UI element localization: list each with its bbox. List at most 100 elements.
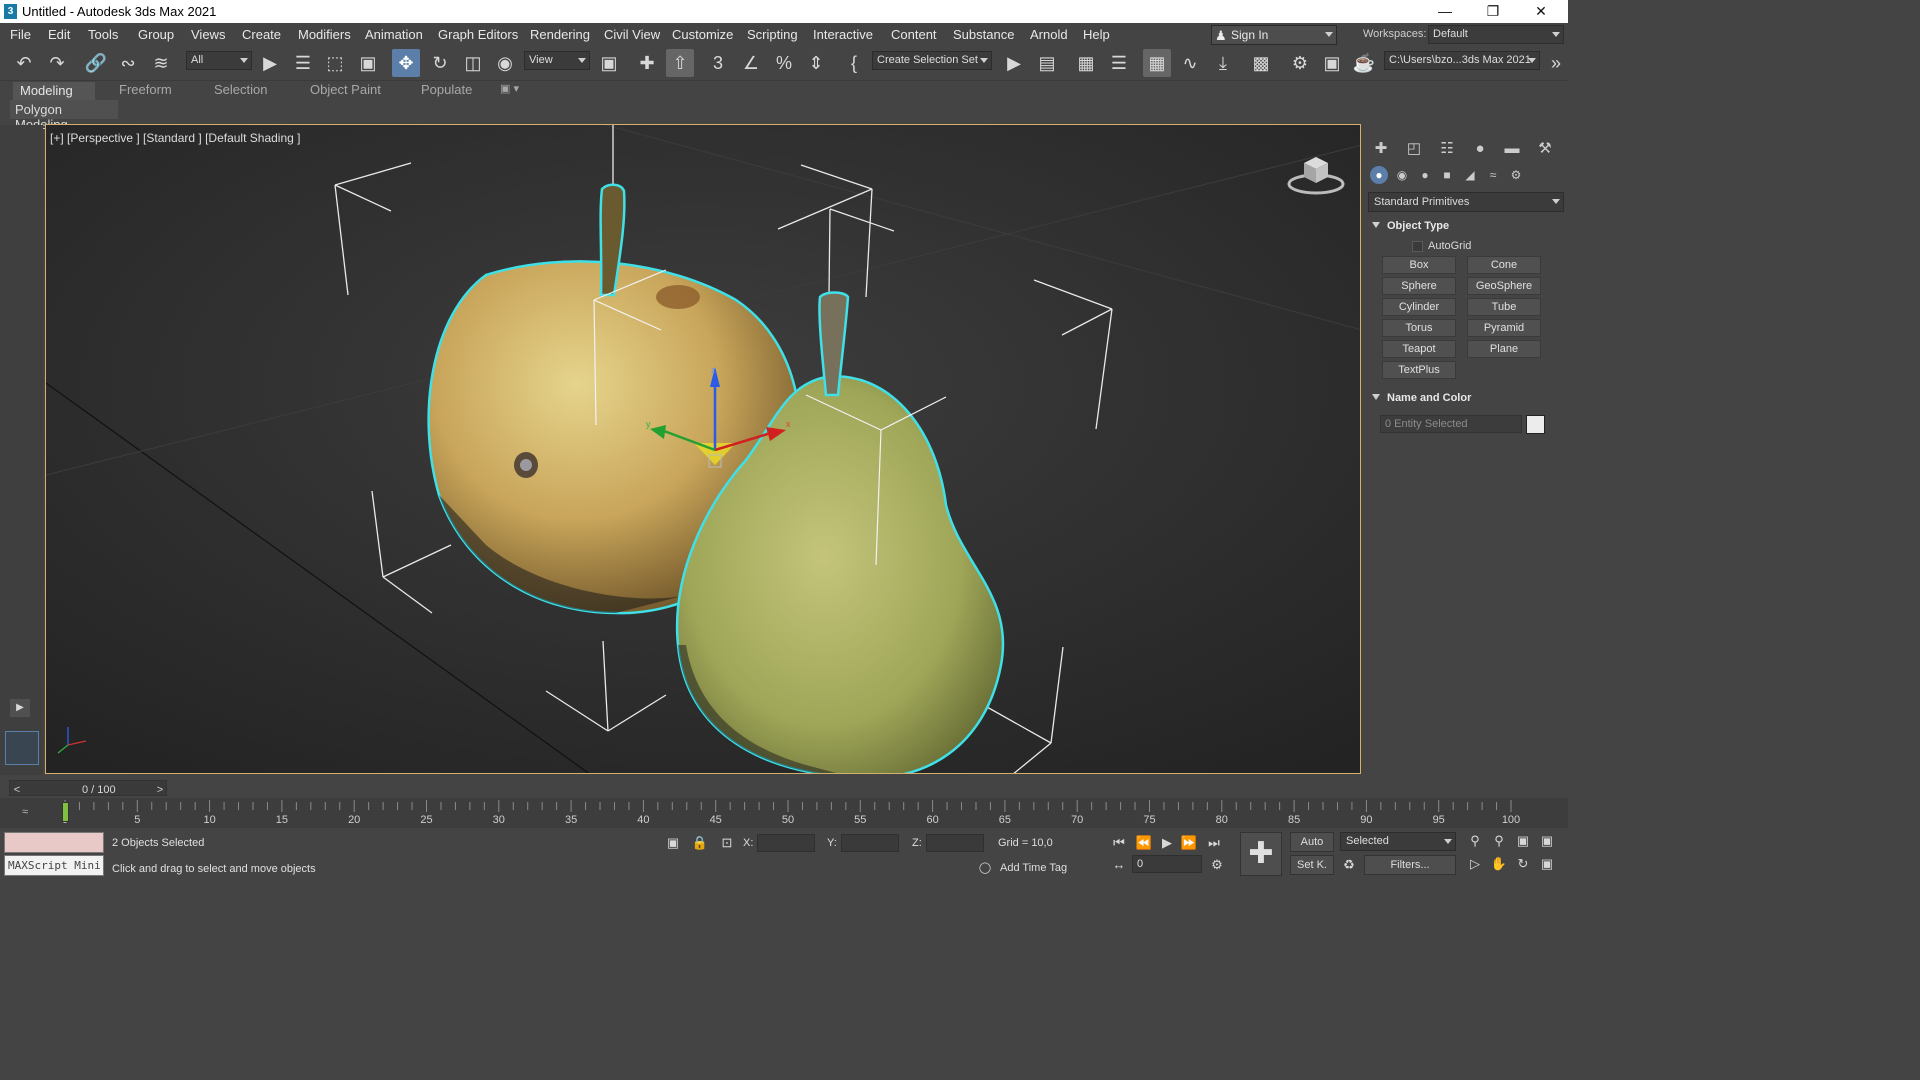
trackbar[interactable]: 0510152025303540455055606570758085909510… [0,798,1568,828]
teapot-button[interactable]: Teapot [1382,340,1456,358]
plane-button[interactable]: Plane [1467,340,1541,358]
workspace-select[interactable]: Default [1428,25,1564,44]
scene-explorer-icon[interactable]: ▦ [1072,49,1100,77]
utilities-tab-icon[interactable]: ⚒ [1534,138,1556,160]
viewcube-icon[interactable] [1286,149,1346,199]
select-and-scale-icon[interactable]: ◫ [459,49,487,77]
shapes-icon[interactable]: ◉ [1393,166,1411,184]
tab-selection[interactable]: Selection [214,82,267,97]
maxscript-mini-listener[interactable]: MAXScript Mini [4,855,104,876]
geometry-icon[interactable]: ● [1370,166,1388,184]
name-and-color-rollout[interactable]: Name and Color [1372,392,1471,404]
percent-snap-icon[interactable]: % [770,49,798,77]
spinner-snap-icon[interactable]: ⇕ [802,49,830,77]
play-icon[interactable]: ▶ [1158,834,1176,852]
geosphere-button[interactable]: GeoSphere [1467,277,1541,295]
cameras-icon[interactable]: ■ [1438,166,1456,184]
render-production-icon[interactable]: ☕ [1350,49,1378,77]
menu-views[interactable]: Views [191,27,225,42]
go-to-end-icon[interactable]: ⏭ [1205,834,1223,852]
menu-arnold[interactable]: Arnold [1030,27,1068,42]
key-filters-button[interactable]: Filters... [1364,855,1456,875]
tab-populate[interactable]: Populate [421,82,472,97]
time-slider-next[interactable]: > [153,783,167,799]
menu-modifiers[interactable]: Modifiers [298,27,351,42]
key-filter-icon[interactable]: ♻ [1340,856,1358,874]
select-and-rotate-icon[interactable]: ↻ [426,49,454,77]
select-object-icon[interactable]: ▶ [256,49,284,77]
key-selection-set[interactable]: Selected [1340,832,1456,851]
zoom-icon[interactable]: ⚲ [1466,832,1484,850]
pyramid-button[interactable]: Pyramid [1467,319,1541,337]
previous-frame-icon[interactable]: ⏪ [1135,834,1153,852]
toolbar-overflow-icon[interactable]: » [1542,49,1570,77]
menu-interactive[interactable]: Interactive [813,27,873,42]
next-frame-icon[interactable]: ⏩ [1180,834,1198,852]
edit-named-selection-icon[interactable]: { [840,49,868,77]
zoom-extents-icon[interactable]: ▣ [1514,832,1532,850]
select-by-name-icon[interactable]: ☰ [289,49,317,77]
curve-editor-icon[interactable]: ∿ [1176,49,1204,77]
y-coordinate-field[interactable] [841,834,899,852]
ribbon-panel-polygon-modeling[interactable]: Polygon Modeling [10,100,118,132]
set-key-button[interactable]: Set K. [1290,855,1334,875]
set-keys-icon[interactable]: ✚ [1240,832,1282,876]
viewport-label[interactable]: [+] [Perspective ] [Standard ] [Default … [50,131,300,145]
maxscript-listener-output[interactable] [4,832,104,853]
link-icon[interactable]: 🔗 [82,49,110,77]
time-slider-track[interactable]: < 0 / 100 > [9,780,167,796]
field-of-view-icon[interactable]: ▷ [1466,855,1484,873]
render-setup-icon[interactable]: ⚙ [1286,49,1314,77]
cylinder-button[interactable]: Cylinder [1382,298,1456,316]
named-selection-sets[interactable]: Create Selection Set [872,51,992,70]
menu-help[interactable]: Help [1083,27,1110,42]
create-tab-icon[interactable]: ✚ [1370,138,1392,160]
lock-icon[interactable]: 🔒 [691,834,709,852]
autogrid-checkbox[interactable] [1412,241,1423,252]
undo-icon[interactable]: ↶ [10,49,38,77]
curve-editor-mini-icon[interactable]: ≈ [22,806,28,818]
textplus-button[interactable]: TextPlus [1382,361,1456,379]
box-button[interactable]: Box [1382,256,1456,274]
menu-civil-view[interactable]: Civil View [604,27,660,42]
maximize-viewport-icon[interactable]: ▣ [1538,855,1556,873]
menu-substance[interactable]: Substance [953,27,1014,42]
select-manipulate-icon[interactable]: ✚ [633,49,661,77]
object-color-swatch[interactable] [1526,415,1545,434]
hierarchy-tab-icon[interactable]: ☷ [1436,138,1458,160]
torus-button[interactable]: Torus [1382,319,1456,337]
go-to-start-icon[interactable]: ⏮ [1110,834,1128,852]
menu-create[interactable]: Create [242,27,281,42]
rendered-frame-window-icon[interactable]: ▣ [1318,49,1346,77]
unlink-icon[interactable]: ∾ [114,49,142,77]
menu-graph-editors[interactable]: Graph Editors [438,27,518,42]
menu-customize[interactable]: Customize [672,27,733,42]
helpers-icon[interactable]: ◢ [1461,166,1479,184]
z-coordinate-field[interactable] [926,834,984,852]
window-crossing-icon[interactable]: ▣ [354,49,382,77]
systems-icon[interactable]: ⚙ [1507,166,1525,184]
tab-modeling[interactable]: Modeling [13,82,95,100]
toggle-ribbon-icon[interactable]: ▦ [1143,49,1171,77]
motion-tab-icon[interactable]: ● [1469,138,1491,160]
space-warps-icon[interactable]: ≈ [1484,166,1502,184]
isolate-selection-icon[interactable]: ▣ [664,834,682,852]
select-and-move-icon[interactable]: ✥ [392,49,420,77]
display-tab-icon[interactable]: ▬ [1501,138,1523,160]
object-type-rollout[interactable]: Object Type [1372,220,1449,232]
menu-file[interactable]: File [10,27,31,42]
object-name-field[interactable]: 0 Entity Selected [1380,415,1522,433]
menu-group[interactable]: Group [138,27,174,42]
menu-scripting[interactable]: Scripting [747,27,798,42]
selection-filter[interactable]: All [186,51,252,70]
auto-key-button[interactable]: Auto [1290,832,1334,852]
menu-animation[interactable]: Animation [365,27,423,42]
time-slider-prev[interactable]: < [10,783,24,799]
modify-tab-icon[interactable]: ◰ [1403,138,1425,160]
lights-icon[interactable]: ● [1416,166,1434,184]
absolute-mode-icon[interactable]: ⊡ [718,834,736,852]
cone-button[interactable]: Cone [1467,256,1541,274]
pivot-center-icon[interactable]: ▣ [595,49,623,77]
time-tag-icon[interactable]: ◯ [976,859,994,877]
key-mode-toggle-icon[interactable]: ↔ [1110,856,1128,874]
